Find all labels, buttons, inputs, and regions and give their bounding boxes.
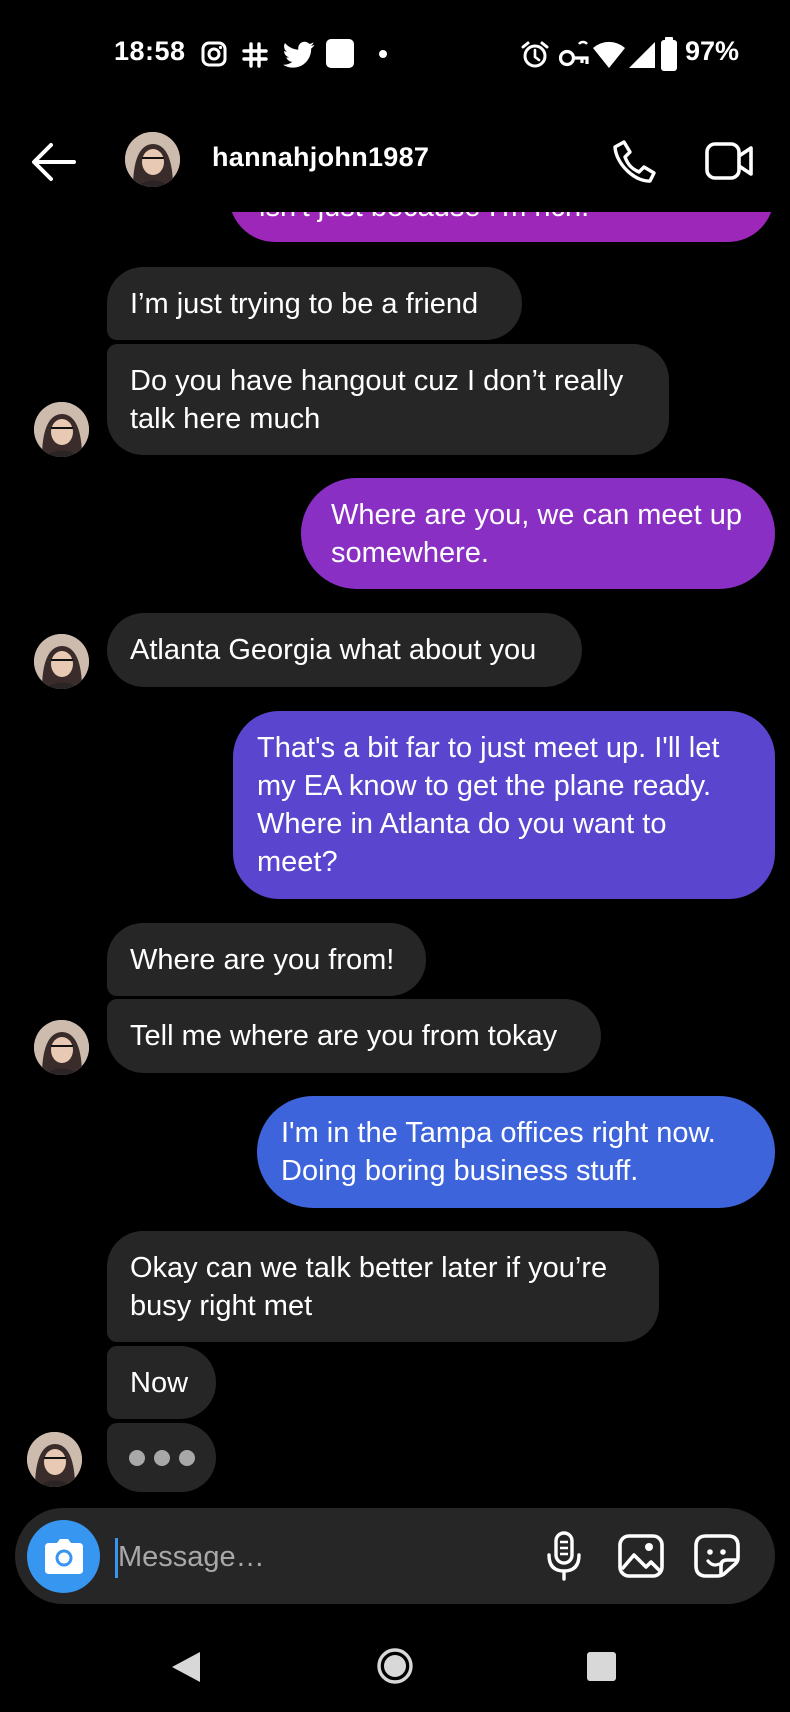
microphone-icon[interactable] (545, 1531, 583, 1581)
message-text: Do you have hangout cuz I don’t really t… (130, 364, 624, 435)
camera-icon (45, 1539, 83, 1574)
camera-button[interactable] (27, 1520, 100, 1593)
status-time: 18:58 (114, 36, 186, 66)
message-text: Atlanta Georgia what about you (130, 634, 537, 666)
wifi-icon (593, 41, 625, 68)
battery-percent: 97% (685, 36, 740, 66)
phone-call-icon[interactable] (610, 138, 658, 186)
sticker-icon[interactable] (694, 1534, 740, 1578)
gallery-icon[interactable] (618, 1534, 664, 1578)
message-text: Tell me where are you from tokay (130, 1020, 558, 1052)
nav-back-icon[interactable] (170, 1650, 202, 1684)
profile-photo (34, 1020, 89, 1075)
more-notifications-dot (379, 50, 387, 58)
message-input[interactable] (118, 1530, 518, 1585)
typing-dot (128, 1449, 145, 1466)
header-avatar[interactable] (125, 132, 180, 187)
message-text: Now (130, 1366, 189, 1399)
app-notification-icon (326, 39, 354, 68)
message-outgoing[interactable]: I'm in the Tampa offices right now. Doin… (257, 1096, 775, 1208)
message-outgoing[interactable]: Where are you, we can meet up somewhere. (301, 478, 775, 589)
twitter-notification-icon (283, 41, 315, 68)
battery-icon (661, 37, 677, 71)
message-text: Where are you from! (130, 943, 395, 976)
message-text: Okay can we talk better later if you’re … (130, 1251, 608, 1322)
sender-avatar[interactable] (34, 402, 89, 457)
message-outgoing[interactable]: That's a bit far to just meet up. I'll l… (233, 711, 775, 899)
message-incoming[interactable]: Atlanta Georgia what about you (107, 613, 582, 687)
message-text: I’m just trying to be a friend (130, 287, 479, 320)
typing-indicator (107, 1423, 216, 1492)
profile-photo (27, 1432, 82, 1487)
nav-home-icon[interactable] (376, 1647, 414, 1685)
signal-icon (629, 42, 655, 68)
message-incoming[interactable]: Okay can we talk better later if you’re … (107, 1231, 659, 1342)
message-incoming[interactable]: Where are you from! (107, 923, 426, 996)
message-outgoing-partial[interactable]: isn't just because I'm rich. (229, 212, 774, 242)
message-text: isn't just because I'm rich. (259, 212, 589, 226)
message-list[interactable]: isn't just because I'm rich. I’m just tr… (0, 212, 790, 1498)
profile-photo (34, 402, 89, 457)
message-incoming[interactable]: Tell me where are you from tokay (107, 999, 601, 1073)
message-incoming[interactable]: Now (107, 1346, 216, 1419)
video-call-icon[interactable] (704, 140, 754, 182)
message-incoming[interactable]: I’m just trying to be a friend (107, 267, 522, 340)
nav-recents-icon[interactable] (587, 1652, 616, 1681)
alarm-icon (521, 41, 549, 68)
sender-avatar[interactable] (34, 634, 89, 689)
vpn-key-icon (558, 40, 589, 67)
sender-avatar[interactable] (34, 1020, 89, 1075)
sender-avatar[interactable] (27, 1432, 82, 1487)
profile-photo (125, 132, 180, 187)
instagram-notification-icon (201, 41, 227, 67)
message-text: Where are you, we can meet up somewhere. (331, 498, 743, 569)
typing-dot (178, 1449, 195, 1466)
chat-username[interactable]: hannahjohn1987 (212, 142, 429, 173)
message-text: I'm in the Tampa offices right now. Doin… (281, 1117, 716, 1187)
typing-dot (153, 1449, 170, 1466)
back-arrow-icon[interactable] (30, 142, 76, 182)
slack-notification-icon (242, 42, 268, 68)
message-incoming[interactable]: Do you have hangout cuz I don’t really t… (107, 344, 669, 455)
profile-photo (34, 634, 89, 689)
message-text: That's a bit far to just meet up. I'll l… (257, 732, 720, 878)
